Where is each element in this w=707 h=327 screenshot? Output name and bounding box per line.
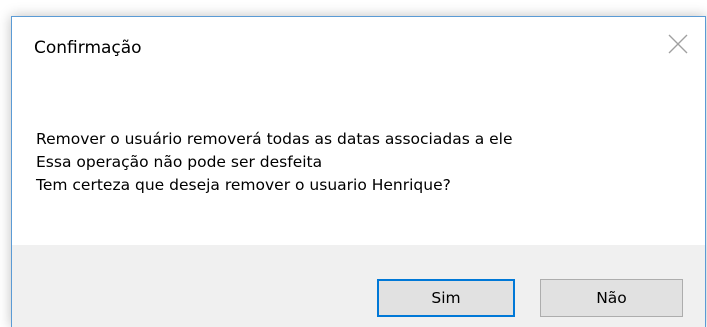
dialog-title: Confirmação [34,38,142,58]
yes-button[interactable]: Sim [377,279,515,317]
message-line-3: Tem certeza que deseja remover o usuario… [36,176,451,194]
message-line-1: Remover o usuário removerá todas as data… [36,130,513,148]
dialog-titlebar[interactable]: Confirmação [12,17,705,77]
close-icon [668,34,688,54]
close-button[interactable] [665,31,691,57]
dialog-footer: Sim Não [12,245,705,327]
dialog-message: Remover o usuário removerá todas as data… [36,128,685,197]
message-line-2: Essa operação não pode ser desfeita [36,153,323,171]
confirmation-dialog: Confirmação Remover o usuário removerá t… [11,16,706,327]
no-button[interactable]: Não [540,279,683,317]
